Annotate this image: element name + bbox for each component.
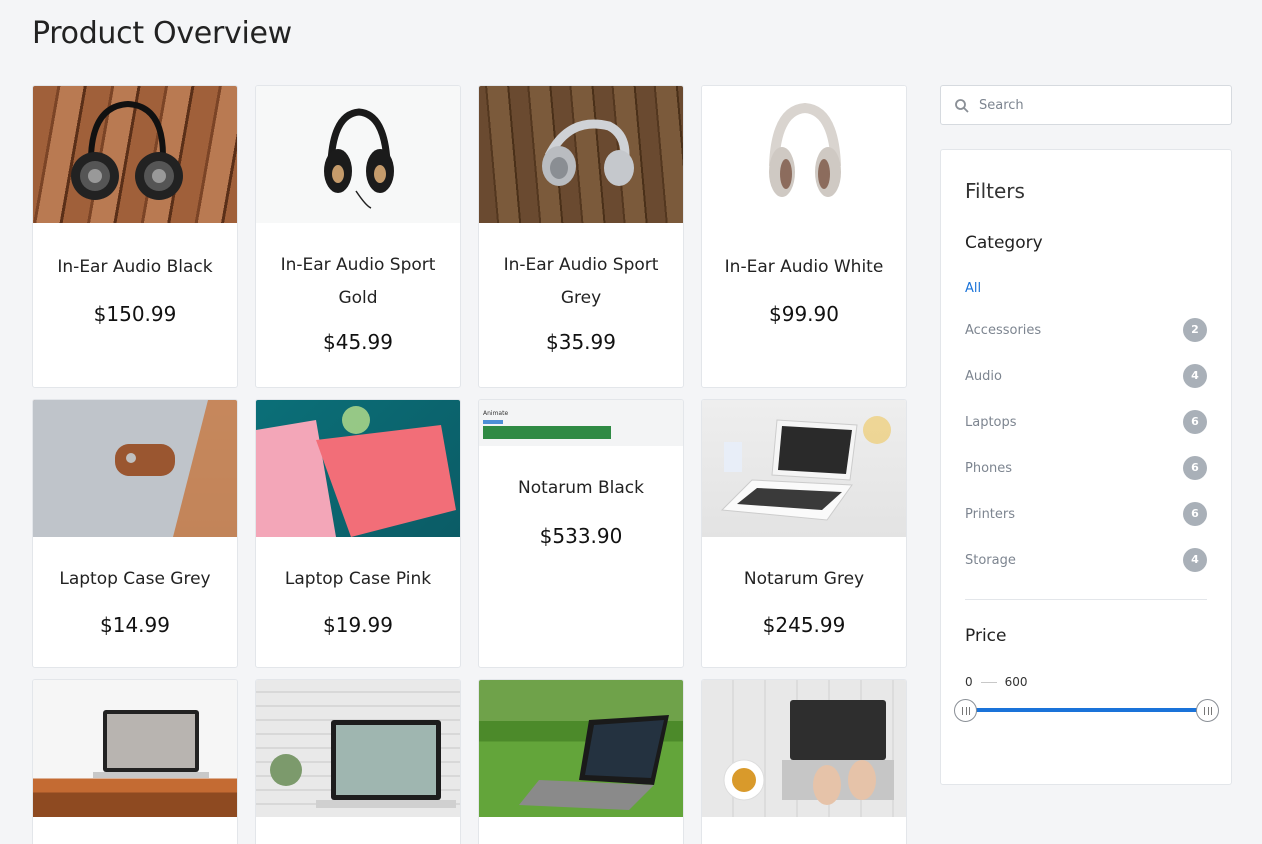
price-slider-max-handle[interactable] xyxy=(1196,699,1219,722)
product-name: Laptop Case Grey xyxy=(59,569,211,589)
product-image-headphones-white xyxy=(702,86,906,223)
category-count-badge: 6 xyxy=(1183,456,1207,480)
filters-title: Filters xyxy=(965,179,1025,203)
category-title: Category xyxy=(965,233,1043,253)
product-price: $245.99 xyxy=(762,613,846,637)
image-banner xyxy=(483,426,611,439)
product-card[interactable]: Laptop Case Grey $14.99 xyxy=(32,399,238,668)
headphones-illustration xyxy=(324,108,394,209)
laptop-illustration xyxy=(723,700,894,805)
price-slider-min-handle[interactable] xyxy=(954,699,977,722)
category-item-phones[interactable]: Phones 6 xyxy=(965,456,1207,482)
product-image-laptop-grass xyxy=(479,680,683,817)
price-title: Price xyxy=(965,626,1007,646)
price-max-value: 600 xyxy=(1004,675,1028,689)
category-label: Printers xyxy=(965,507,1016,522)
product-card[interactable] xyxy=(701,679,907,844)
product-card[interactable]: In-Ear Audio Sport Grey $35.99 xyxy=(478,85,684,388)
category-item-audio[interactable]: Audio 4 xyxy=(965,364,1207,390)
category-label: Accessories xyxy=(965,323,1042,338)
product-card[interactable]: Laptop Case Pink $19.99 xyxy=(255,399,461,668)
product-image-screenshot: Animate xyxy=(479,400,683,446)
product-name: In-Ear Audio Sport Grey xyxy=(503,255,659,308)
product-card[interactable] xyxy=(478,679,684,844)
product-name: Laptop Case Pink xyxy=(284,569,432,589)
category-count-badge: 6 xyxy=(1183,502,1207,526)
product-name: Notarum Black xyxy=(518,478,644,498)
category-label: Laptops xyxy=(965,415,1017,430)
image-tab-marker xyxy=(483,420,503,424)
filters-panel: Filters Category All Accessories 2 Audio… xyxy=(940,149,1232,785)
product-card[interactable] xyxy=(255,679,461,844)
range-dash xyxy=(980,682,997,683)
price-range-values: 0 600 xyxy=(965,675,1028,689)
price-slider-track[interactable] xyxy=(965,708,1209,712)
product-image-laptop-case-pink xyxy=(256,400,460,537)
laptop-illustration xyxy=(720,416,891,521)
product-image-laptop-typing xyxy=(702,680,906,817)
category-count-badge: 4 xyxy=(1183,548,1207,572)
product-price: $533.90 xyxy=(539,524,623,548)
product-price: $45.99 xyxy=(323,330,393,354)
search-input[interactable] xyxy=(979,94,1219,116)
category-count-badge: 4 xyxy=(1183,364,1207,388)
product-name: In-Ear Audio Sport Gold xyxy=(280,255,436,308)
product-price: $19.99 xyxy=(323,613,393,637)
price-min-value: 0 xyxy=(965,675,973,689)
laptop-illustration xyxy=(519,715,669,810)
headphones-illustration xyxy=(542,119,634,186)
page-title: Product Overview xyxy=(32,16,292,51)
category-item-storage[interactable]: Storage 4 xyxy=(965,548,1207,574)
category-label: Audio xyxy=(965,369,1002,384)
grip-icon xyxy=(1204,707,1212,715)
product-name: In-Ear Audio White xyxy=(724,257,884,277)
product-image-headphones-black xyxy=(33,86,237,223)
laptop-illustration xyxy=(93,710,209,778)
product-name: Notarum Grey xyxy=(743,569,865,589)
category-item-accessories[interactable]: Accessories 2 xyxy=(965,318,1207,344)
category-count-badge: 6 xyxy=(1183,410,1207,434)
product-card[interactable]: In-Ear Audio Black $150.99 xyxy=(32,85,238,388)
product-card[interactable]: Animate Notarum Black $533.90 xyxy=(478,399,684,668)
filters-divider xyxy=(965,599,1207,600)
product-image-laptop-shelf xyxy=(33,680,237,817)
product-image-headphones-gold xyxy=(256,86,460,223)
product-image-laptop-brick xyxy=(256,680,460,817)
product-price: $99.90 xyxy=(769,302,839,326)
grip-icon xyxy=(962,707,970,715)
product-image-headphones-grey xyxy=(479,86,683,223)
product-card[interactable]: Notarum Grey $245.99 xyxy=(701,399,907,668)
category-label: Storage xyxy=(965,553,1016,568)
headphones-illustration xyxy=(769,102,841,197)
category-label: Phones xyxy=(965,461,1013,476)
search-box[interactable] xyxy=(940,85,1232,125)
product-price: $150.99 xyxy=(93,302,177,326)
product-price: $35.99 xyxy=(546,330,616,354)
category-item-laptops[interactable]: Laptops 6 xyxy=(965,410,1207,436)
product-image-laptop-case-grey xyxy=(33,400,237,537)
headphones-illustration xyxy=(71,100,183,200)
product-name: In-Ear Audio Black xyxy=(57,257,213,277)
product-price: $14.99 xyxy=(100,613,170,637)
search-icon xyxy=(955,99,969,113)
laptop-case-illustration xyxy=(33,400,237,537)
category-item-all[interactable]: All xyxy=(965,276,1207,302)
product-image-laptop-white xyxy=(702,400,906,537)
laptop-case-illustration xyxy=(256,406,456,537)
laptop-illustration xyxy=(270,720,456,808)
category-count-badge: 2 xyxy=(1183,318,1207,342)
product-card[interactable]: In-Ear Audio Sport Gold $45.99 xyxy=(255,85,461,388)
product-card[interactable]: In-Ear Audio White $99.90 xyxy=(701,85,907,388)
category-label: All xyxy=(965,281,982,296)
image-caption: Animate xyxy=(483,410,509,417)
category-item-printers[interactable]: Printers 6 xyxy=(965,502,1207,528)
product-card[interactable] xyxy=(32,679,238,844)
